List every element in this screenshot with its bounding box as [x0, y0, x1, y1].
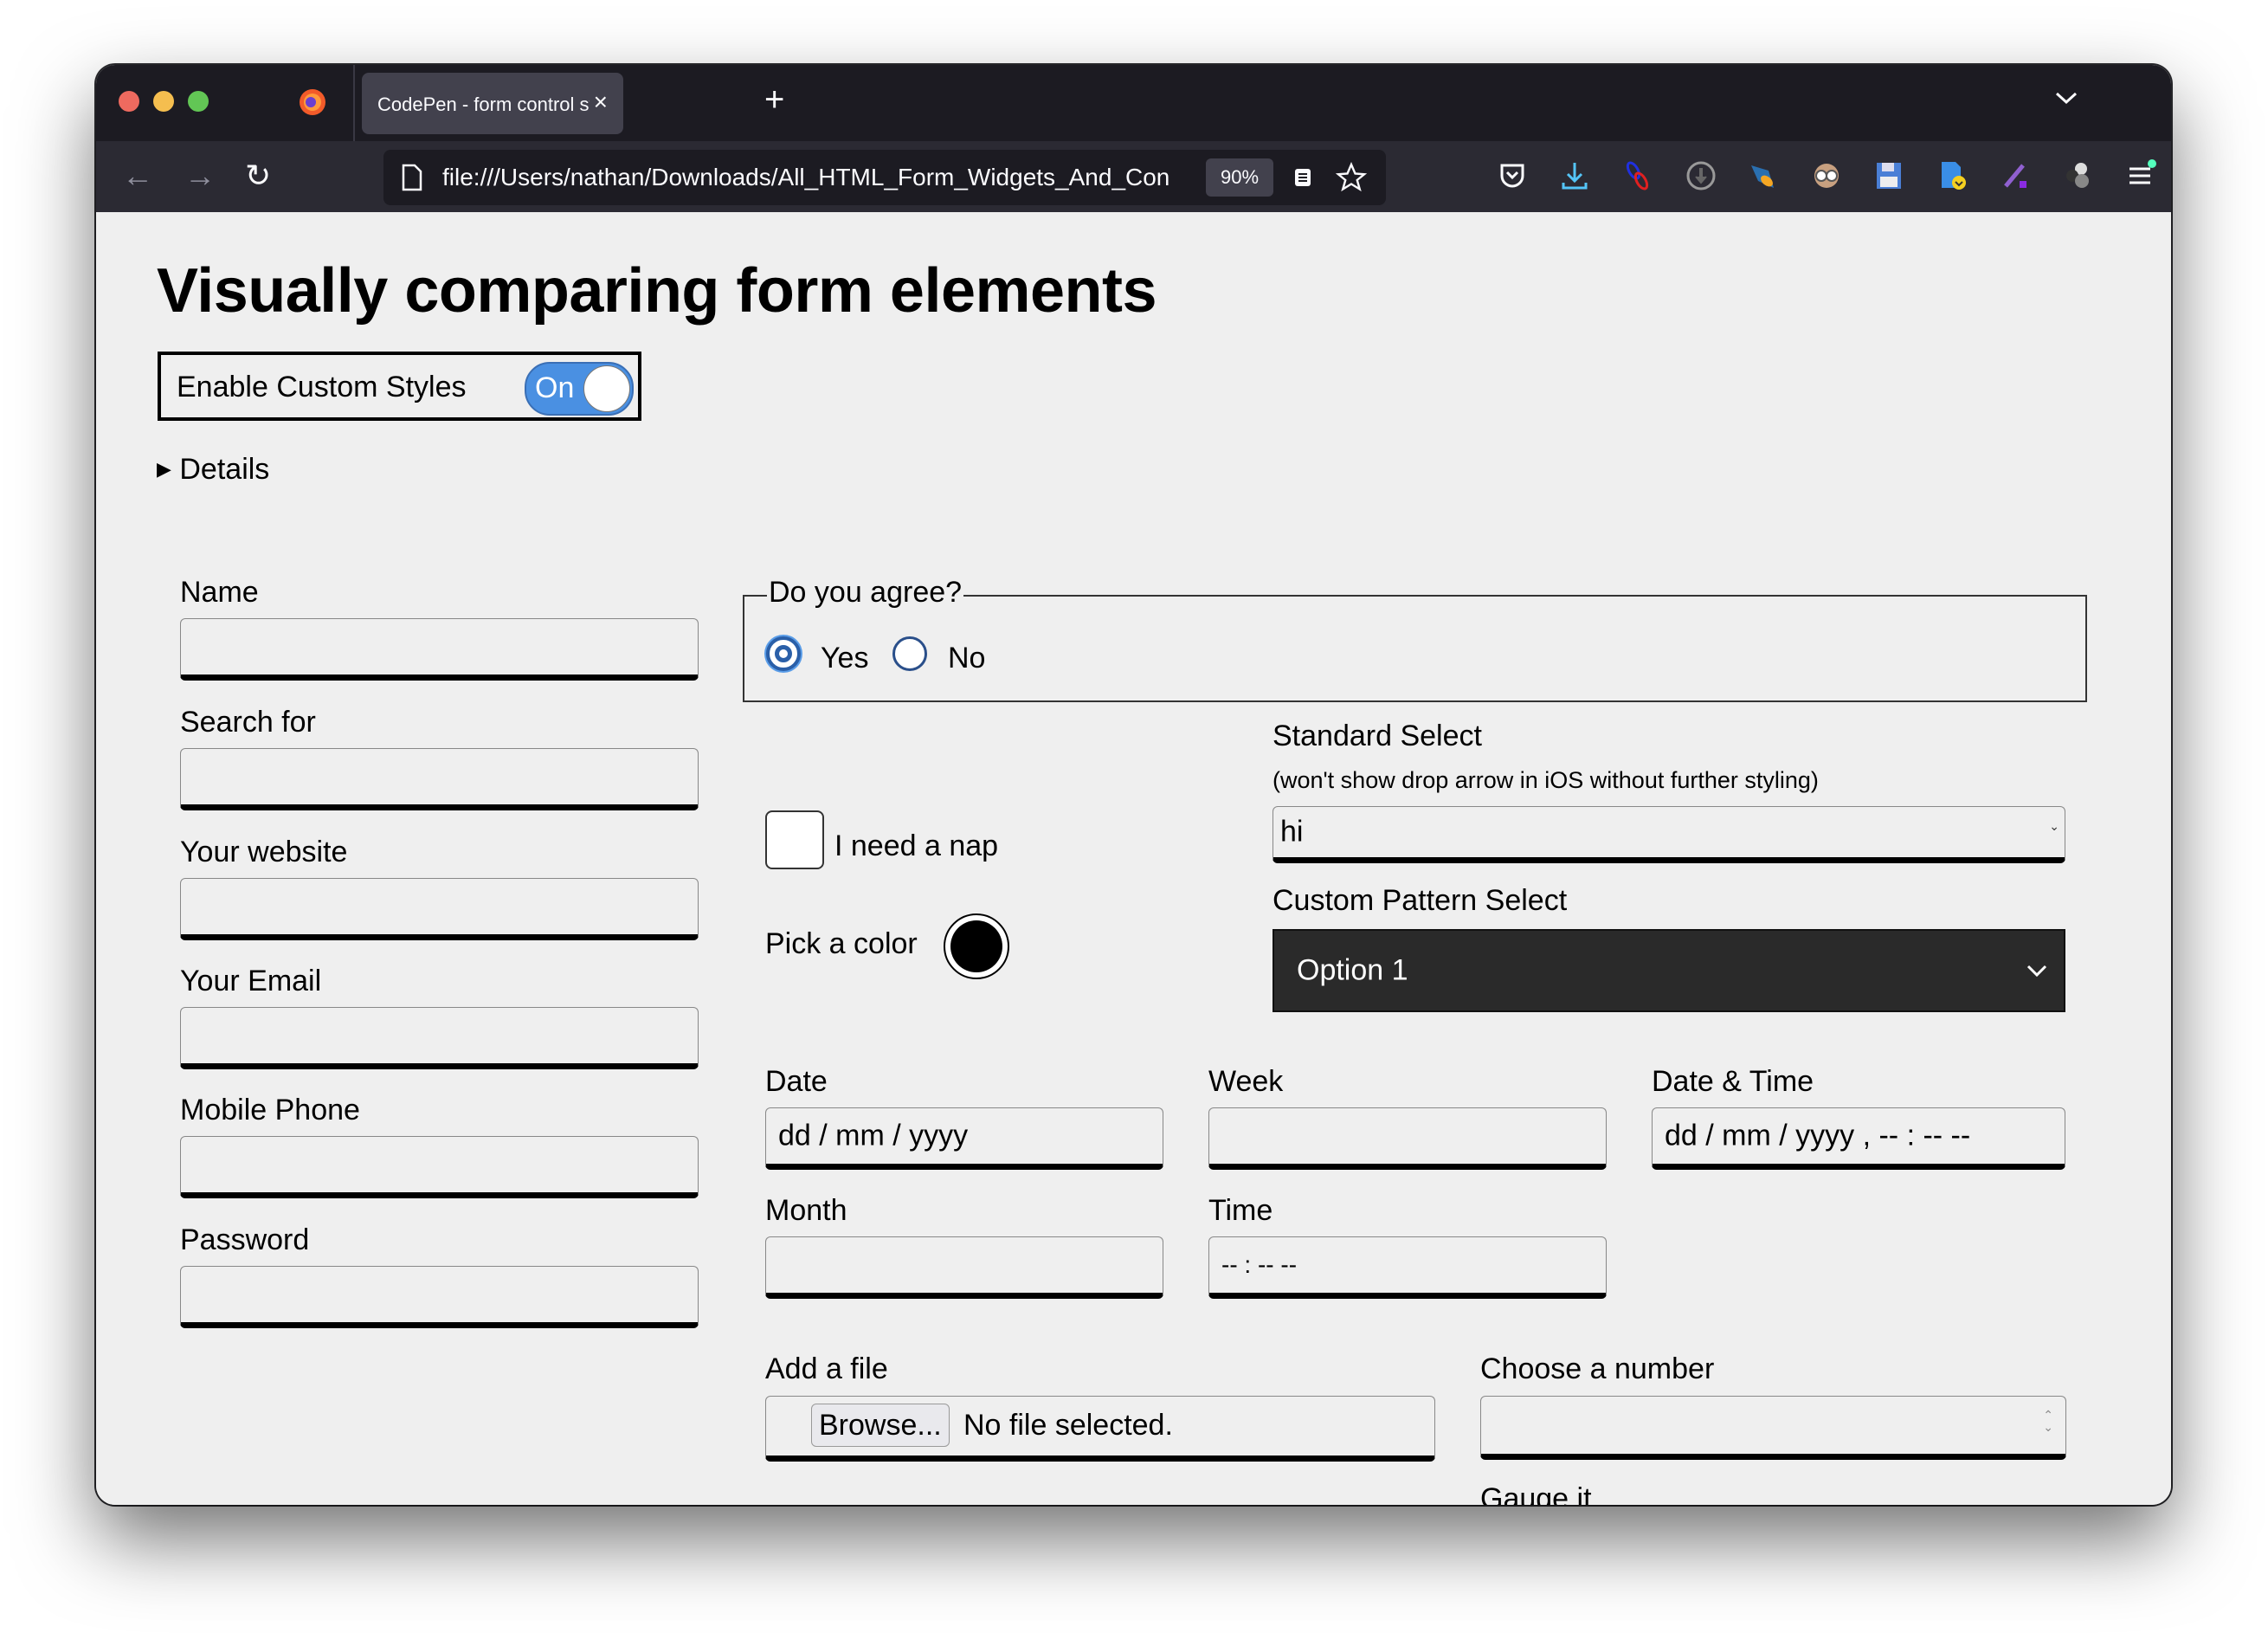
name-input[interactable] — [180, 618, 699, 681]
zoom-level-badge[interactable]: 90% — [1206, 158, 1273, 197]
radio-no[interactable] — [892, 636, 927, 671]
search-input[interactable] — [180, 748, 699, 810]
date-input[interactable]: dd / mm / yyyy — [765, 1107, 1163, 1170]
details-label: Details — [179, 453, 270, 486]
disclosure-triangle-icon: ▶ — [157, 458, 171, 480]
password-label: Password — [180, 1223, 310, 1256]
custom-select-label: Custom Pattern Select — [1273, 884, 1568, 917]
custom-pattern-select[interactable]: Option 1 — [1273, 929, 2065, 1012]
datetime-input[interactable]: dd / mm / yyyy , -- : -- -- — [1652, 1107, 2065, 1170]
eyedropper-extension-icon[interactable] — [1997, 158, 2032, 193]
email-label: Your Email — [180, 965, 322, 997]
select-arrow-icon: ⌄ — [2049, 819, 2059, 833]
nap-checkbox[interactable] — [765, 810, 824, 869]
tab-separator — [353, 65, 355, 141]
molecule-extension-icon[interactable] — [2060, 158, 2095, 193]
agree-fieldset: Do you agree? Yes No — [743, 576, 2087, 702]
file-status: No file selected. — [963, 1409, 1173, 1442]
standard-select-label: Standard Select — [1273, 720, 1482, 752]
file-label: Add a file — [765, 1352, 888, 1385]
nap-checkbox-label: I need a nap — [834, 829, 999, 862]
nav-toolbar: ← → ↻ file:///Users/nathan/Downloads/All… — [96, 141, 2171, 212]
phone-input[interactable] — [180, 1136, 699, 1198]
maximize-window-button[interactable] — [188, 91, 209, 112]
download-extension-icon[interactable] — [1684, 158, 1718, 193]
standard-select-value: hi — [1280, 815, 1304, 849]
name-label: Name — [180, 576, 259, 609]
number-spinner-icon[interactable]: ⌃ ⌄ — [2043, 1409, 2053, 1433]
file-input[interactable]: Browse... No file selected. — [765, 1396, 1435, 1462]
file-download-extension-icon[interactable] — [1935, 158, 1969, 193]
radio-yes-label: Yes — [821, 642, 869, 674]
phone-label: Mobile Phone — [180, 1094, 360, 1126]
dart-extension-icon[interactable] — [1746, 158, 1781, 193]
tab-list-chevron-icon[interactable] — [2054, 89, 2078, 106]
url-bar[interactable]: file:///Users/nathan/Downloads/All_HTML_… — [383, 150, 1386, 205]
back-icon[interactable]: ← — [122, 158, 153, 193]
month-label: Month — [765, 1194, 847, 1227]
tab-bar: CodePen - form control styling comp × + — [96, 65, 2171, 141]
tab-codepen[interactable]: CodePen - form control styling comp × — [362, 73, 623, 134]
website-label: Your website — [180, 836, 348, 868]
custom-styles-toggle-box: Enable Custom Styles On — [158, 352, 641, 421]
agree-legend: Do you agree? — [767, 576, 964, 610]
custom-styles-toggle[interactable]: On — [525, 362, 634, 416]
bookmark-star-icon[interactable] — [1336, 162, 1367, 193]
datetime-label: Date & Time — [1652, 1065, 1814, 1098]
details-summary[interactable]: ▶ Details — [157, 453, 269, 487]
downloads-icon[interactable] — [1557, 158, 1592, 193]
link-extension-icon[interactable] — [1620, 158, 1655, 193]
minimize-window-button[interactable] — [153, 91, 174, 112]
browse-button[interactable]: Browse... — [811, 1404, 950, 1447]
chevron-down-icon — [2026, 965, 2047, 978]
page-icon — [402, 164, 422, 191]
week-input[interactable] — [1208, 1107, 1607, 1170]
week-label: Week — [1208, 1065, 1284, 1098]
custom-select-value: Option 1 — [1297, 953, 1408, 987]
reload-icon[interactable]: ↻ — [245, 158, 271, 193]
close-window-button[interactable] — [119, 91, 139, 112]
radio-no-label: No — [948, 642, 986, 674]
time-label: Time — [1208, 1194, 1273, 1227]
month-input[interactable] — [765, 1236, 1163, 1299]
color-swatch — [950, 920, 1002, 972]
toggle-state-label: On — [535, 371, 575, 404]
date-label: Date — [765, 1065, 828, 1098]
reader-mode-icon[interactable] — [1292, 167, 1313, 188]
toggle-label: Enable Custom Styles — [177, 371, 467, 403]
website-input[interactable] — [180, 878, 699, 940]
url-text[interactable]: file:///Users/nathan/Downloads/All_HTML_… — [442, 164, 1195, 191]
save-extension-icon[interactable] — [1872, 158, 1906, 193]
standard-select[interactable]: hi ⌄ — [1273, 806, 2065, 863]
search-label: Search for — [180, 706, 316, 739]
color-label: Pick a color — [765, 927, 918, 960]
forward-icon[interactable]: → — [184, 158, 216, 193]
tab-title: CodePen - form control styling comp — [377, 94, 590, 115]
color-picker[interactable] — [944, 913, 1009, 979]
radio-yes[interactable] — [766, 636, 801, 671]
close-tab-icon[interactable]: × — [594, 88, 608, 116]
menu-icon[interactable] — [2123, 158, 2157, 193]
number-label: Choose a number — [1480, 1352, 1715, 1385]
password-input[interactable] — [180, 1266, 699, 1328]
time-input[interactable]: -- : -- -- — [1208, 1236, 1607, 1299]
email-input[interactable] — [180, 1007, 699, 1069]
pocket-icon[interactable] — [1495, 158, 1530, 193]
toggle-knob — [583, 365, 630, 412]
datetime-placeholder: dd / mm / yyyy , -- : -- -- — [1665, 1119, 1971, 1152]
page-title: Visually comparing form elements — [157, 256, 1157, 326]
new-tab-button[interactable]: + — [764, 82, 784, 117]
date-placeholder: dd / mm / yyyy — [778, 1119, 969, 1152]
firefox-icon — [300, 89, 325, 115]
number-input[interactable]: ⌃ ⌄ — [1480, 1396, 2066, 1460]
browser-window: CodePen - form control styling comp × + … — [96, 65, 2171, 1505]
avatar-extension-icon[interactable] — [1809, 158, 1844, 193]
time-placeholder: -- : -- -- — [1221, 1251, 1298, 1278]
standard-select-note: (won't show drop arrow in iOS without fu… — [1273, 767, 1819, 793]
page-content: Visually comparing form elements Enable … — [96, 212, 2171, 1505]
gauge-label: Gauge it — [1480, 1482, 1592, 1505]
